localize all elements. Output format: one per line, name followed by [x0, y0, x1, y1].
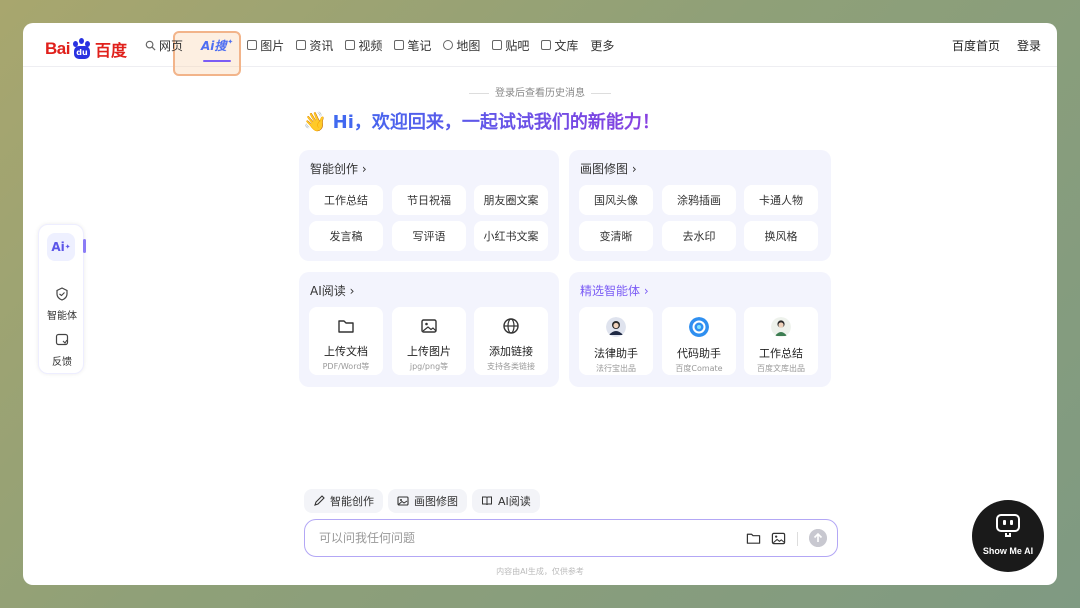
folder-icon	[338, 320, 354, 333]
tieba-icon	[492, 40, 503, 50]
search-icon	[145, 40, 156, 51]
card-smart-creation: 智能创作 › 工作总结 节日祝福 朋友圈文案 发言稿 写评语 小红书文案	[299, 150, 559, 261]
folder-icon[interactable]	[746, 531, 761, 546]
code-assistant-logo	[689, 317, 709, 337]
quick-action-image-edit[interactable]: 画图修图	[388, 489, 467, 513]
chip-holiday-wish[interactable]: 节日祝福	[392, 185, 466, 215]
tab-map[interactable]: 地图	[443, 23, 480, 67]
card-title[interactable]: 智能创作 ›	[310, 160, 367, 177]
chip-work-summary[interactable]: 工作总结	[309, 185, 383, 215]
note-icon	[394, 40, 405, 50]
chip-speech[interactable]: 发言稿	[309, 221, 383, 251]
tile-legal-assistant[interactable]: 法律助手 法行宝出品	[579, 307, 653, 375]
worker-avatar	[771, 317, 791, 337]
chip-moments-copy[interactable]: 朋友圈文案	[474, 185, 548, 215]
lawyer-avatar	[606, 317, 626, 337]
chip-cartoon[interactable]: 卡通人物	[744, 185, 818, 215]
tab-library[interactable]: 文库	[541, 23, 578, 67]
top-navigation: Bai du 百度 网页 Ai搜 ✦ 图片 资讯 视频 笔记 地图 贴吧 文库 …	[23, 23, 1057, 76]
welcome-text: Hi，欢迎回来，一起试试我们的新能力！	[333, 108, 660, 134]
history-tip[interactable]: 登录后查看历史消息	[23, 84, 1057, 99]
chip-remove-watermark[interactable]: 去水印	[662, 221, 736, 251]
active-indicator	[83, 239, 86, 253]
chip-sharpen[interactable]: 变清晰	[579, 221, 653, 251]
book-icon	[482, 496, 492, 506]
welcome-heading: 👋 Hi，欢迎回来，一起试试我们的新能力！	[303, 108, 660, 134]
top-right-links: 百度首页 登录	[935, 23, 1041, 67]
ai-sidebar-button[interactable]: Ai✦	[47, 233, 75, 261]
image-upload-icon[interactable]	[771, 531, 786, 546]
map-icon	[443, 40, 454, 50]
image-icon	[421, 319, 437, 333]
tab-tieba[interactable]: 贴吧	[492, 23, 529, 67]
library-icon	[541, 40, 552, 50]
chip-doodle[interactable]: 涂鸦插画	[662, 185, 736, 215]
globe-icon	[503, 318, 519, 334]
card-featured-agents: 精选智能体 › 法律助手 法行宝出品 代码助手 百度Comate 工作总结 百度…	[569, 272, 831, 387]
chip-comment[interactable]: 写评语	[392, 221, 466, 251]
pen-icon	[314, 495, 325, 506]
tab-more[interactable]: 更多	[590, 23, 614, 67]
browser-window: Bai du 百度 网页 Ai搜 ✦ 图片 资讯 视频 笔记 地图 贴吧 文库 …	[23, 23, 1057, 585]
chat-input-box	[304, 519, 838, 557]
card-ai-reading: AI阅读 › 上传文档 PDF/Word等 上传图片 jpg/png等 添加链接…	[299, 272, 559, 387]
card-image-edit: 画图修图 › 国风头像 涂鸦插画 卡通人物 变清晰 去水印 换风格	[569, 150, 831, 261]
news-icon	[296, 40, 307, 50]
quick-action-smart-creation[interactable]: 智能创作	[304, 489, 383, 513]
video-icon	[345, 40, 356, 50]
image-icon	[247, 40, 258, 50]
tab-news[interactable]: 资讯	[296, 23, 333, 67]
waving-hand-icon: 👋	[303, 110, 327, 133]
tab-ai-search[interactable]: Ai搜 ✦	[201, 23, 233, 67]
card-title[interactable]: AI阅读 ›	[310, 282, 354, 299]
chat-input[interactable]	[319, 528, 719, 548]
nav-tabs: 网页 Ai搜 ✦ 图片 资讯 视频 笔记 地图 贴吧 文库 更多	[145, 23, 626, 67]
baidu-home-link[interactable]: 百度首页	[952, 37, 1000, 54]
tile-work-summary-agent[interactable]: 工作总结 百度文库出品	[744, 307, 818, 375]
tile-upload-doc[interactable]: 上传文档 PDF/Word等	[309, 307, 383, 375]
tile-add-link[interactable]: 添加链接 支持各类链接	[474, 307, 548, 375]
ai-disclaimer: 内容由AI生成，仅供参考	[496, 567, 584, 576]
login-link[interactable]: 登录	[1017, 37, 1041, 54]
tab-web[interactable]: 网页	[145, 23, 183, 67]
chip-guofeng-avatar[interactable]: 国风头像	[579, 185, 653, 215]
tile-upload-image[interactable]: 上传图片 jpg/png等	[392, 307, 466, 375]
sparkle-icon: ✦	[227, 38, 234, 46]
tab-video[interactable]: 视频	[345, 23, 382, 67]
quick-action-ai-reading[interactable]: AI阅读	[472, 489, 540, 513]
feedback-icon	[55, 333, 69, 346]
card-title[interactable]: 精选智能体 ›	[580, 282, 649, 299]
chip-change-style[interactable]: 换风格	[744, 221, 818, 251]
card-title[interactable]: 画图修图 ›	[580, 160, 637, 177]
sparkle-icon: ✦	[64, 243, 71, 251]
sidebar-item-feedback[interactable]: 反馈	[39, 333, 85, 368]
chip-xiaohongshu[interactable]: 小红书文案	[474, 221, 548, 251]
robot-icon	[996, 514, 1020, 532]
image-icon	[397, 496, 409, 506]
tab-notes[interactable]: 笔记	[394, 23, 431, 67]
sidebar-item-agents[interactable]: 智能体	[39, 287, 85, 322]
left-sidebar: Ai✦ 智能体 反馈	[38, 224, 86, 374]
tab-images[interactable]: 图片	[247, 23, 284, 67]
baidu-logo[interactable]: Bai du 百度	[45, 36, 127, 62]
agent-icon	[56, 287, 68, 301]
send-button[interactable]	[809, 529, 827, 547]
tile-code-assistant[interactable]: 代码助手 百度Comate	[662, 307, 736, 375]
divider	[797, 532, 798, 546]
show-me-ai-badge: Show Me AI	[972, 500, 1044, 572]
paw-icon: du	[71, 38, 93, 60]
